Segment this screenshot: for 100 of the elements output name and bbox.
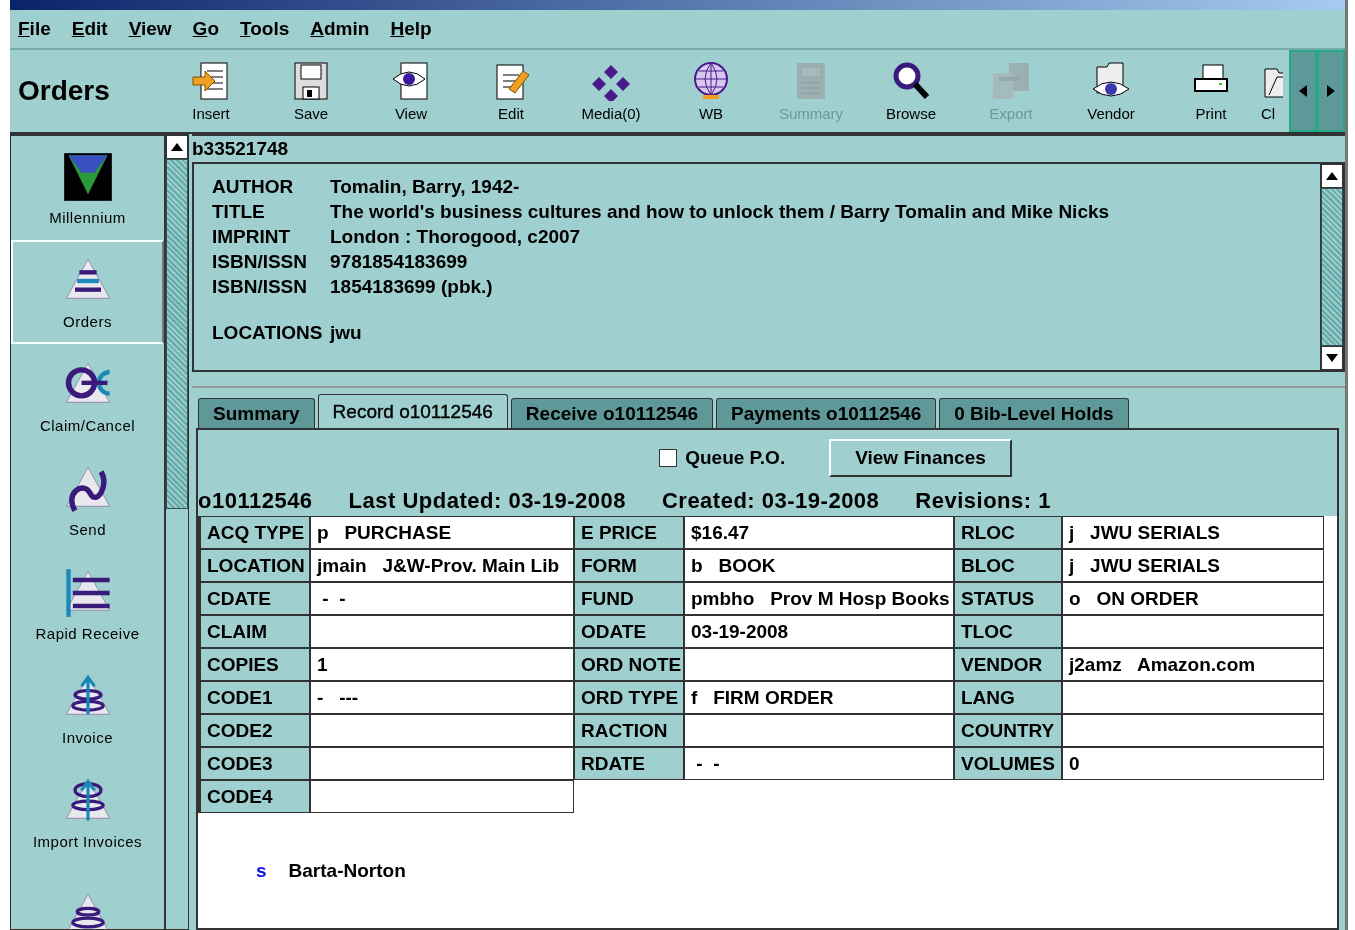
field-label: TITLE — [212, 201, 266, 223]
field-label: RDATE — [574, 747, 684, 780]
scroll-down-button[interactable] — [1321, 346, 1343, 370]
tab[interactable]: Payments o10112546 — [716, 398, 937, 428]
field-label: CLAIM — [200, 615, 310, 648]
order-number: o10112546 — [198, 488, 313, 514]
down-arrow-icon — [1326, 354, 1338, 362]
field-value[interactable]: jmain J&W-Prov. Main Lib — [310, 549, 574, 582]
sidebar-item[interactable]: Orders — [11, 240, 164, 344]
field-value[interactable]: j JWU SERIALS — [1062, 516, 1324, 549]
field-label: COPIES — [200, 648, 310, 681]
field-label: COUNTRY — [954, 714, 1062, 747]
field-label: VENDOR — [954, 648, 1062, 681]
toolbar-button[interactable]: Vendor — [1061, 50, 1161, 132]
last-updated: Last Updated: 03-19-2008 — [348, 488, 626, 514]
field-label: RACTION — [574, 714, 684, 747]
module-title: Orders — [17, 74, 111, 108]
field-label: CODE1 — [200, 681, 310, 714]
menu-item[interactable]: Go — [192, 18, 228, 40]
menu-item[interactable]: Tools — [240, 18, 299, 40]
field-value[interactable]: p PURCHASE — [310, 516, 574, 549]
field-label: FORM — [574, 549, 684, 582]
field-label: CODE2 — [200, 714, 310, 747]
field-value[interactable]: o ON ORDER — [1062, 582, 1324, 615]
field-value[interactable]: 03-19-2008 — [684, 615, 954, 648]
field-value[interactable]: - - — [684, 747, 954, 780]
field-label: IMPRINT — [212, 226, 292, 248]
field-label: RLOC — [954, 516, 1062, 549]
scroll-right-button[interactable] — [1317, 50, 1345, 132]
field-label: CODE3 — [200, 747, 310, 780]
scroll-up-button[interactable] — [166, 135, 188, 159]
menu-item[interactable]: Admin — [310, 18, 379, 40]
field-value[interactable]: - --- — [310, 681, 574, 714]
sidebar-item[interactable]: Rapid Receive — [11, 552, 164, 656]
sidebar-item[interactable]: Invoice — [11, 656, 164, 760]
field-value[interactable]: $16.47 — [684, 516, 954, 549]
field-label: CODE4 — [200, 780, 310, 813]
tab[interactable]: 0 Bib-Level Holds — [939, 398, 1129, 428]
sidebar-item[interactable]: Claim/Cancel — [11, 344, 164, 448]
field-value: The world's business cultures and how to unlock them / Barry Tomalin and Mike Nicks — [330, 201, 1111, 223]
toolbar-button[interactable]: WB — [661, 50, 761, 132]
field-value[interactable]: j JWU SERIALS — [1062, 549, 1324, 582]
field-label: ACQ TYPE — [200, 516, 310, 549]
created-date: Created: 03-19-2008 — [661, 488, 880, 514]
field-value: London : Thorogood, c2007 — [330, 226, 582, 248]
toolbar-button[interactable]: Insert — [161, 50, 261, 132]
field-label: LANG — [954, 681, 1062, 714]
field-label: TLOC — [954, 615, 1062, 648]
field-value: 1854183699 (pbk.) — [330, 276, 494, 298]
eye-document-icon — [391, 60, 431, 101]
note-code: s — [256, 859, 267, 882]
tab[interactable]: Summary — [198, 398, 315, 428]
toolbar-button[interactable]: Browse — [861, 50, 961, 132]
field-value[interactable]: - - — [310, 582, 574, 615]
field-label: ODATE — [574, 615, 684, 648]
sidebar-item[interactable]: Millennium — [11, 136, 164, 240]
scroll-left-button[interactable] — [1289, 50, 1317, 132]
view-finances-button[interactable]: View Finances — [829, 439, 1012, 477]
logo-icon — [61, 150, 114, 203]
search-icon — [891, 60, 931, 101]
queue-checkbox[interactable]: Queue P.O. — [653, 446, 792, 470]
toolbar-button[interactable]: Print — [1161, 50, 1261, 132]
toolbar-button[interactable]: Media(0) — [561, 50, 661, 132]
up-arrow-icon — [171, 143, 183, 151]
tab[interactable]: Record o10112546 — [317, 394, 508, 428]
right-arrow-icon — [1327, 85, 1335, 97]
field-label: BLOC — [954, 549, 1062, 582]
field-value[interactable]: j2amz Amazon.com — [1062, 648, 1324, 681]
field-value[interactable]: f FIRM ORDER — [684, 681, 954, 714]
field-label: ORD TYPE — [574, 681, 684, 714]
field-value[interactable]: 0 — [1062, 747, 1324, 780]
scrollbar-thumb[interactable] — [166, 159, 188, 509]
field-label: CDATE — [200, 582, 310, 615]
field-label: VOLUMES — [954, 747, 1062, 780]
field-label: AUTHOR — [212, 176, 295, 198]
sidebar-item[interactable]: Import Invoices — [11, 760, 164, 864]
export-icon — [991, 60, 1031, 101]
field-value[interactable]: pmbho Prov M Hosp Books — [684, 582, 954, 615]
toolbar-button[interactable]: Cl — [1261, 50, 1289, 132]
sidebar-item[interactable]: Send — [11, 448, 164, 552]
field-value: Tomalin, Barry, 1942- — [330, 176, 521, 198]
menu-item[interactable]: View — [128, 18, 181, 40]
menu-item[interactable]: Edit — [71, 18, 117, 40]
scrollbar-thumb[interactable] — [1321, 188, 1343, 346]
field-label: FUND — [574, 582, 684, 615]
field-value: jwu — [330, 322, 363, 344]
field-value[interactable]: 1 — [310, 648, 574, 681]
scroll-up-button[interactable] — [1321, 164, 1343, 188]
toolbar-button[interactable]: Save — [261, 50, 361, 132]
left-arrow-icon — [1299, 85, 1307, 97]
toolbar-button[interactable]: Edit — [461, 50, 561, 132]
toolbar-button[interactable]: View — [361, 50, 461, 132]
field-label: ORD NOTE — [574, 648, 684, 681]
menu-item[interactable]: Help — [390, 18, 441, 40]
field-value: 9781854183699 — [330, 251, 469, 273]
field-value[interactable]: b BOOK — [684, 549, 954, 582]
menu-item[interactable]: File — [18, 18, 60, 40]
tab[interactable]: Receive o10112546 — [510, 398, 714, 428]
field-label: LOCATION — [200, 549, 310, 582]
globe-icon — [691, 60, 731, 101]
